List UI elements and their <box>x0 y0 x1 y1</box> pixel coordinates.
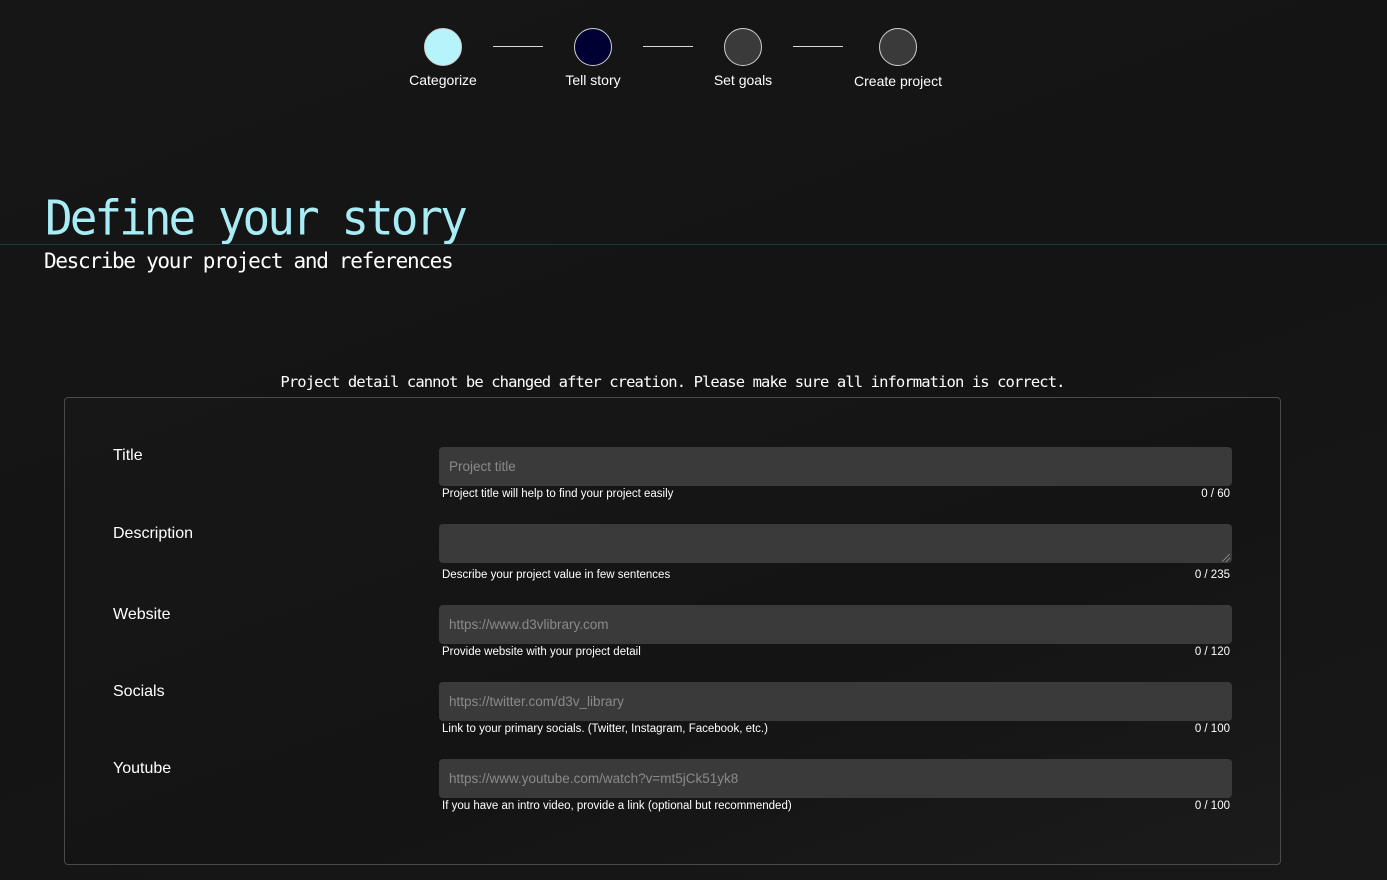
step-connector <box>793 46 843 47</box>
step-set-goals-label: Set goals <box>713 72 773 88</box>
step-create-project-label: Create project <box>854 73 942 89</box>
step-tell-story-indicator[interactable] <box>574 28 612 66</box>
title-label: Title <box>113 447 143 464</box>
socials-label: Socials <box>113 683 165 700</box>
textarea-resize-handle[interactable] <box>1222 554 1230 562</box>
title-divider <box>0 244 1387 245</box>
step-categorize-indicator[interactable] <box>424 28 462 66</box>
youtube-helper-text: If you have an intro video, provide a li… <box>442 800 792 812</box>
immutability-notice: Project detail cannot be changed after c… <box>280 373 1065 391</box>
website-char-counter: 0 / 120 <box>1194 646 1230 658</box>
youtube-label: Youtube <box>113 760 172 777</box>
step-categorize-label: Categorize <box>409 72 477 88</box>
youtube-input[interactable] <box>439 759 1232 798</box>
youtube-char-counter: 0 / 100 <box>1194 800 1230 812</box>
title-input[interactable] <box>439 447 1232 486</box>
description-textarea[interactable] <box>439 524 1232 563</box>
page-title: Define your story <box>45 189 468 246</box>
step-create-project-indicator[interactable] <box>879 28 917 66</box>
description-char-counter: 0 / 235 <box>1194 569 1230 581</box>
website-input[interactable] <box>439 605 1232 644</box>
project-detail-form: Title Project title will help to find yo… <box>64 397 1281 865</box>
step-tell-story-label: Tell story <box>565 72 621 88</box>
title-helper-text: Project title will help to find your pro… <box>442 488 674 500</box>
website-helper-text: Provide website with your project detail <box>442 646 641 658</box>
description-helper-text: Describe your project value in few sente… <box>442 569 671 581</box>
website-label: Website <box>113 606 171 623</box>
page-subtitle: Describe your project and references <box>44 249 454 273</box>
socials-char-counter: 0 / 100 <box>1194 723 1230 735</box>
progress-stepper: Categorize Tell story Set goals Create p… <box>0 0 1387 100</box>
socials-input[interactable] <box>439 682 1232 721</box>
description-label: Description <box>113 525 194 542</box>
title-char-counter: 0 / 60 <box>1201 488 1230 500</box>
page-root: Categorize Tell story Set goals Create p… <box>0 0 1387 880</box>
step-connector <box>493 46 543 47</box>
step-connector <box>643 46 693 47</box>
socials-helper-text: Link to your primary socials. (Twitter, … <box>442 723 768 735</box>
step-set-goals-indicator[interactable] <box>724 28 762 66</box>
